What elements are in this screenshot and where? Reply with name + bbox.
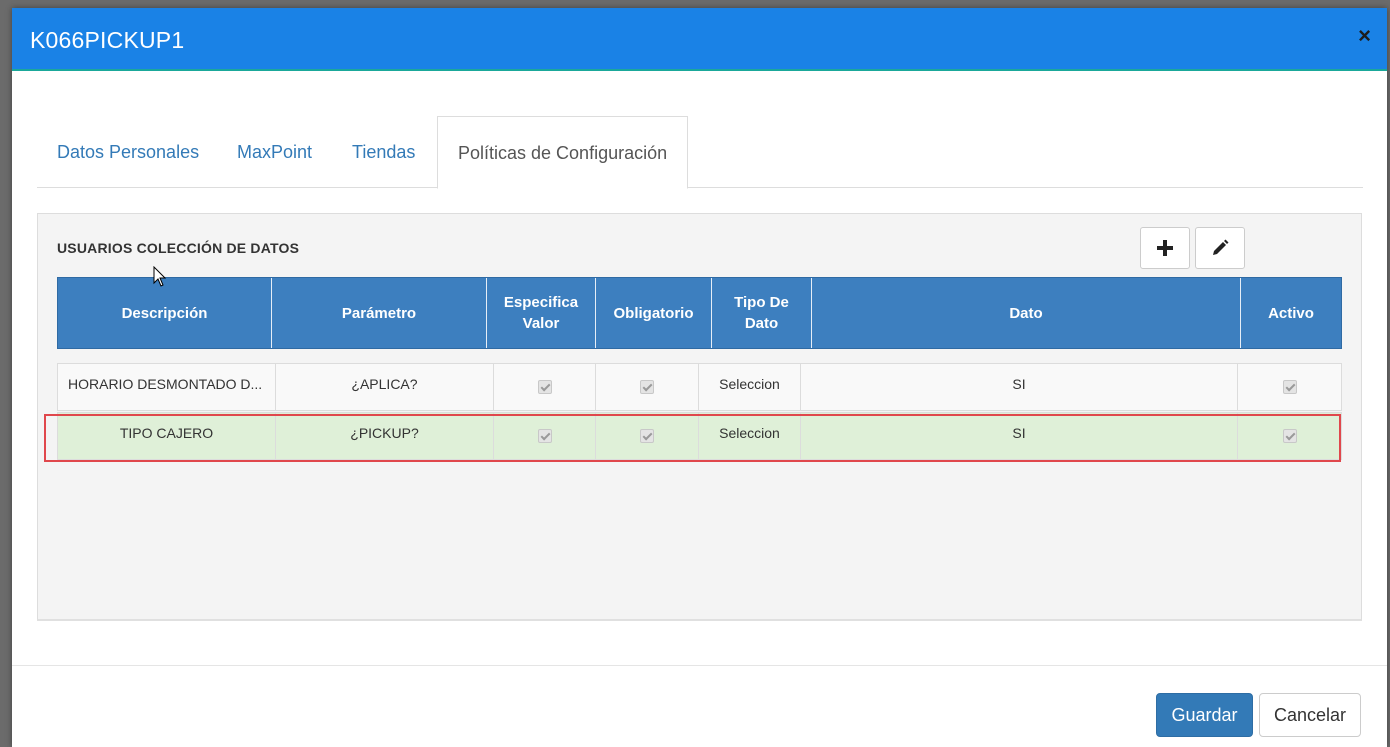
especifica-valor-checkbox[interactable] [537,429,552,443]
grid-header: Descripción Parámetro Especifica Valor O… [57,277,1342,349]
cell-parametro: ¿APLICA? [276,364,494,410]
panel-title: USUARIOS COLECCIÓN DE DATOS [57,240,300,256]
cancel-button[interactable]: Cancelar [1259,693,1361,737]
table-row[interactable]: HORARIO DESMONTADO D... ¿APLICA? Selecci… [57,363,1342,411]
tab-bar: Datos Personales MaxPoint Tiendas Políti… [37,116,1363,189]
cell-tipo-dato: Seleccion [699,364,801,410]
modal-header: K066PICKUP1 × [12,8,1387,71]
add-button[interactable] [1140,227,1190,269]
data-grid: Descripción Parámetro Especifica Valor O… [57,277,1342,460]
modal-dialog: K066PICKUP1 × Datos Personales MaxPoint … [12,8,1387,747]
column-header-descripcion[interactable]: Descripción [58,278,272,348]
activo-checkbox[interactable] [1282,380,1297,394]
edit-button[interactable] [1195,227,1245,269]
modal-footer: Guardar Cancelar [12,665,1387,747]
obligatorio-checkbox[interactable] [640,429,654,443]
especifica-valor-checkbox[interactable] [537,380,552,394]
pencil-icon [1213,239,1229,255]
cell-obligatorio [596,364,699,410]
column-header-especifica-valor[interactable]: Especifica Valor [487,278,596,348]
cell-especifica-valor [494,413,596,459]
config-panel: USUARIOS COLECCIÓN DE DATOS Descripción … [37,213,1362,621]
cell-activo [1238,413,1342,459]
cell-dato: SI [801,364,1238,410]
column-header-dato[interactable]: Dato [812,278,1241,348]
cell-parametro: ¿PICKUP? [276,413,494,459]
column-header-activo[interactable]: Activo [1241,278,1341,348]
plus-icon [1157,240,1173,256]
activo-checkbox[interactable] [1282,429,1297,443]
tab-politicas-configuracion[interactable]: Políticas de Configuración [437,116,689,189]
tab-tiendas[interactable]: Tiendas [332,116,435,188]
column-header-tipo-dato[interactable]: Tipo De Dato [712,278,812,348]
cell-obligatorio [596,413,699,459]
modal-title: K066PICKUP1 [30,27,185,53]
column-header-parametro[interactable]: Parámetro [272,278,487,348]
obligatorio-checkbox[interactable] [640,380,654,394]
cell-tipo-dato: Seleccion [699,413,801,459]
table-row-selected[interactable]: TIPO CAJERO ¿PICKUP? Seleccion SI [57,412,1342,460]
tab-maxpoint[interactable]: MaxPoint [217,116,332,188]
cell-especifica-valor [494,364,596,410]
close-button[interactable]: × [1358,25,1371,47]
cell-descripcion: TIPO CAJERO [57,413,276,459]
cell-activo [1238,364,1342,410]
save-button[interactable]: Guardar [1156,693,1253,737]
tab-datos-personales[interactable]: Datos Personales [37,116,219,188]
cell-descripcion: HORARIO DESMONTADO D... [57,364,276,410]
close-icon: × [1358,23,1371,48]
cell-dato: SI [801,413,1238,459]
column-header-obligatorio[interactable]: Obligatorio [596,278,712,348]
